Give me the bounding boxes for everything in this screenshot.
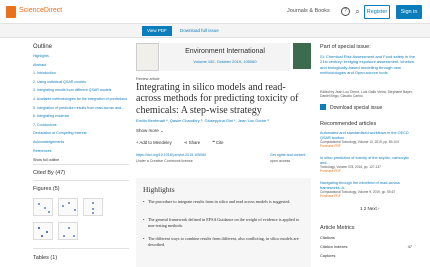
metrics-row: Captures <box>320 254 336 258</box>
outline-list: Highlights Abstract 1. Introduction 2. U… <box>33 54 129 167</box>
top-header: ScienceDirect Journals & Books ? ⌕ Regis… <box>0 0 430 24</box>
cite-button[interactable]: ❝ Cite <box>212 140 223 145</box>
sidebar-divider <box>33 180 129 181</box>
article-type: Review article <box>136 77 160 81</box>
article-toolbar: View PDF Download full issue <box>0 24 430 38</box>
outline-item[interactable]: Abstract <box>33 63 129 72</box>
search-icon[interactable]: ⌕ <box>353 7 362 16</box>
journal-volume[interactable]: Volume 152, October 2019, 105060 <box>160 59 290 64</box>
recommended-title[interactable]: In silico prediction of toxicity of the … <box>320 156 415 165</box>
special-issue-editors: Edited by Jean Lou Dorne, Luis Gallo Vie… <box>320 90 413 99</box>
cited-by-heading[interactable]: Cited By (47) <box>33 170 65 176</box>
outline-item[interactable]: Declaration of Competing Interest <box>33 131 129 140</box>
license-text[interactable]: Under a Creative Commons license <box>136 159 193 163</box>
download-full-issue-link[interactable]: Download full issue <box>180 28 219 33</box>
figure-thumbnail[interactable] <box>83 198 103 216</box>
figure-thumbnail[interactable] <box>33 198 53 216</box>
figure-thumbnail[interactable] <box>58 222 78 240</box>
journals-books-link[interactable]: Journals & Books <box>287 8 330 14</box>
rights-link[interactable]: Get rights and content <box>270 153 305 157</box>
metrics-row: Citations <box>320 236 335 240</box>
highlight-item: • The general framework defined in EFSA G… <box>143 217 300 228</box>
help-icon[interactable]: ? <box>341 7 350 16</box>
recommended-heading: Recommended articles <box>320 121 377 127</box>
show-more-button[interactable]: Show more ⌄ <box>136 128 164 134</box>
special-issue-heading: Part of special issue: <box>320 44 371 50</box>
article-actions: + Add to Mendeley ⋖ Share ❝ Cite <box>136 140 235 146</box>
download-special-issue-button[interactable]: Download special issue <box>320 104 382 111</box>
metrics-row: Citation Indexes: 47 <box>320 245 412 249</box>
sign-in-button[interactable]: Sign in <box>396 5 422 19</box>
open-access-badge: open access <box>270 159 291 163</box>
purchase-pdf-link[interactable]: Purchase PDF <box>320 194 415 199</box>
outline-item[interactable]: 7. Conclusions <box>33 123 129 132</box>
highlight-item: • The procedure to integrate results from… <box>143 199 291 204</box>
sidebar-divider <box>33 248 129 249</box>
add-to-mendeley-button[interactable]: + Add to Mendeley <box>136 140 172 145</box>
recommended-title[interactable]: Automated and standardised workflows in … <box>320 131 415 140</box>
outline-heading: Outline <box>33 44 53 50</box>
figures-heading[interactable]: Figures (5) <box>33 186 60 192</box>
recommended-item: Navigating through the minefield of read… <box>320 181 415 199</box>
article-metrics-heading: Article Metrics <box>320 225 355 231</box>
recommended-pager[interactable]: 1 2 Next › <box>360 206 380 211</box>
view-pdf-button[interactable]: View PDF <box>142 26 172 36</box>
purchase-pdf-link[interactable]: Purchase PDF <box>320 169 415 174</box>
outline-item[interactable]: References <box>33 149 129 158</box>
recommended-title[interactable]: Navigating through the minefield of read… <box>320 181 415 190</box>
figure-thumbnail[interactable] <box>33 222 53 240</box>
show-full-outline-link[interactable]: Show full outline <box>33 158 129 167</box>
journal-name[interactable]: Environment International <box>160 48 290 55</box>
outline-item[interactable]: 5. Integration of prediction results fro… <box>33 106 129 115</box>
outline-item[interactable]: 4. Available methodologies for the integ… <box>33 97 129 106</box>
highlights-heading: Highlights <box>143 185 175 194</box>
doi-link[interactable]: https://doi.org/10.1016/j.envint.2019.10… <box>136 153 206 157</box>
brand-name[interactable]: ScienceDirect <box>19 7 62 14</box>
purchase-pdf-link[interactable]: Purchase PDF <box>320 144 415 149</box>
highlight-item: • The different ways to combine results f… <box>143 236 299 247</box>
outline-item[interactable]: 6. Integrating evidence <box>33 114 129 123</box>
sidebar-divider <box>33 164 129 165</box>
outline-item[interactable]: Acknowledgements <box>33 140 129 149</box>
author-list[interactable]: Emilio Benfenati ᵃ, Qasim Chaudhry ᵇ, Gi… <box>136 118 311 123</box>
tables-heading[interactable]: Tables (1) <box>33 255 57 261</box>
special-issue-title[interactable]: SI: Chemical Risk Assessment and Food sa… <box>320 54 415 75</box>
figure-thumbnail[interactable] <box>58 198 78 216</box>
outline-item[interactable]: Highlights <box>33 54 129 63</box>
article-title: Integrating in silico models and read-ac… <box>136 82 299 116</box>
outline-item[interactable]: 3. Integrating results from different QS… <box>33 88 129 97</box>
elsevier-logo-icon[interactable] <box>6 6 16 18</box>
share-button[interactable]: ⋖ Share <box>184 140 200 145</box>
outline-item[interactable]: 1. Introduction <box>33 71 129 80</box>
recommended-item: Automated and standardised workflows in … <box>320 131 415 149</box>
outline-item[interactable]: 2. Using individual QSAR models <box>33 80 129 89</box>
journal-cover-image[interactable] <box>293 43 311 69</box>
recommended-item: In silico prediction of toxicity of the … <box>320 156 415 174</box>
elsevier-cover-logo-icon[interactable] <box>136 43 159 71</box>
register-button[interactable]: Register <box>364 5 390 19</box>
